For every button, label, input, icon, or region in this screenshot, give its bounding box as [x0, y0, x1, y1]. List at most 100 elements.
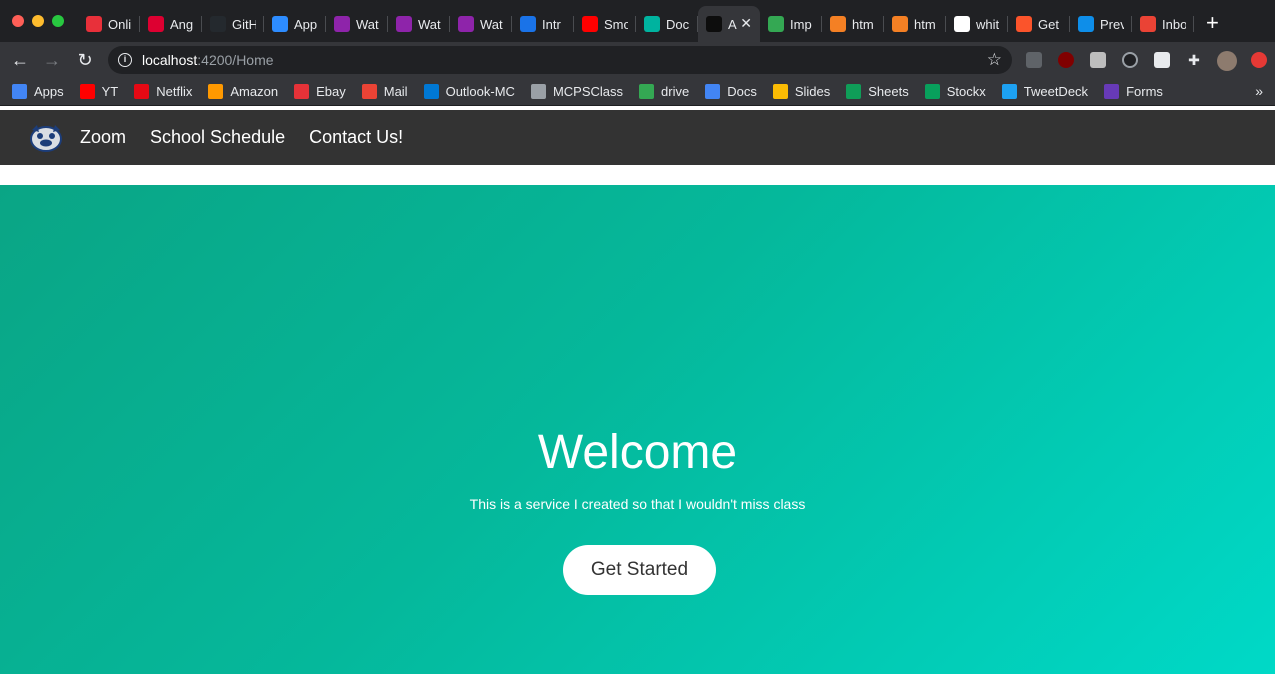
tab-title: Prev — [1100, 16, 1124, 32]
reload-icon[interactable]: ↻ — [73, 48, 97, 72]
bookmark-item[interactable]: Slides — [772, 84, 831, 99]
bulldog-logo-icon[interactable] — [28, 122, 64, 154]
bookmark-item[interactable]: Stockx — [924, 84, 986, 99]
docs-icon — [705, 84, 721, 99]
browser-tab[interactable]: Prev — [1070, 6, 1132, 42]
extension-k-icon[interactable] — [1090, 52, 1106, 68]
gmail-icon — [1140, 16, 1156, 32]
window-zoom-button[interactable] — [52, 15, 64, 27]
puzzle-icon[interactable]: ✚ — [1186, 52, 1202, 68]
netflix-icon — [134, 84, 150, 99]
apps-grid-icon — [12, 84, 27, 99]
tab-title: Intr — [542, 16, 561, 32]
close-icon[interactable]: ✕ — [740, 15, 752, 32]
stackoverflow-icon — [892, 16, 908, 32]
bookmark-item[interactable]: TweetDeck — [1001, 84, 1089, 99]
browser-tab[interactable]: Imp — [760, 6, 822, 42]
update-icon[interactable] — [1251, 52, 1267, 68]
tab-list: Onli Ang GitH App Wat Wat Wat Intr Smo Doc A ✕ Imp ht… — [78, 6, 1194, 42]
c-icon — [520, 16, 536, 32]
browser-tab[interactable]: whit — [946, 6, 1008, 42]
hero-section: Welcome This is a service I created so t… — [0, 185, 1275, 674]
browser-tab[interactable]: Intr — [512, 6, 574, 42]
browser-tab[interactable]: htm — [884, 6, 946, 42]
sheets-icon — [846, 84, 862, 99]
extension-dots-icon[interactable] — [1026, 52, 1042, 68]
browser-tab[interactable]: A ✕ — [698, 6, 760, 42]
tab-title: Wat — [418, 16, 441, 32]
browser-tab[interactable]: Onli — [78, 6, 140, 42]
extension-circle-icon[interactable] — [1122, 52, 1138, 68]
nav-link-contact-us[interactable]: Contact Us! — [309, 127, 403, 148]
brave-icon — [1016, 16, 1032, 32]
drive-icon — [639, 84, 655, 99]
window-minimize-button[interactable] — [32, 15, 44, 27]
zoom-icon — [272, 16, 288, 32]
browser-tab[interactable]: Inbo — [1132, 6, 1194, 42]
bookmark-star-icon[interactable]: ☆ — [987, 50, 1002, 70]
forward-arrow-icon[interactable]: → — [40, 48, 64, 72]
bookmark-item[interactable]: Outlook-MC — [423, 84, 515, 99]
browser-tab[interactable]: Wat — [326, 6, 388, 42]
globe-icon — [530, 84, 546, 99]
tab-title: Onli — [108, 16, 132, 32]
extension-image-icon[interactable] — [1154, 52, 1170, 68]
browser-tab[interactable]: Ang — [140, 6, 202, 42]
play-icon — [334, 16, 350, 32]
stackoverflow-icon — [830, 16, 846, 32]
ublock-icon[interactable] — [1058, 52, 1074, 68]
tab-title: Doc — [666, 16, 690, 32]
browser-tab-strip: Onli Ang GitH App Wat Wat Wat Intr Smo Doc A ✕ Imp ht… — [0, 0, 1275, 42]
bookmark-item[interactable]: Forms — [1104, 84, 1163, 99]
youtube-icon — [582, 16, 598, 32]
app-navbar: Zoom School Schedule Contact Us! — [0, 110, 1275, 165]
bookmark-label: Apps — [34, 84, 64, 99]
bookmark-label: Slides — [794, 84, 831, 99]
ebay-icon — [294, 84, 310, 99]
new-tab-button[interactable]: + — [1206, 12, 1219, 34]
bookmark-item[interactable]: drive — [639, 84, 689, 99]
nav-link-school-schedule[interactable]: School Schedule — [150, 127, 285, 148]
bookmark-label: Amazon — [230, 84, 279, 99]
github-icon — [210, 16, 226, 32]
browser-tab[interactable]: Wat — [388, 6, 450, 42]
youtube-icon — [79, 84, 95, 99]
browser-tab[interactable]: GitH — [202, 6, 264, 42]
url-host: localhost — [142, 52, 198, 68]
bookmark-label: Ebay — [316, 84, 346, 99]
nav-link-zoom[interactable]: Zoom — [80, 127, 126, 148]
browser-tab[interactable]: Doc — [636, 6, 698, 42]
gmail-icon — [361, 84, 377, 99]
bookmark-item[interactable]: Amazon — [208, 84, 278, 99]
browser-tab[interactable]: Smo — [574, 6, 636, 42]
browser-tab[interactable]: Wat — [450, 6, 512, 42]
bookmark-item[interactable]: YT — [79, 84, 118, 99]
browser-tab[interactable]: App — [264, 6, 326, 42]
red-diagonal-icon — [86, 16, 102, 32]
address-bar[interactable]: i localhost:4200/Home ☆ — [108, 46, 1012, 74]
tab-title: GitH — [232, 16, 256, 32]
bookmark-label: Docs — [727, 84, 757, 99]
back-arrow-icon[interactable]: ← — [8, 48, 32, 72]
bookmark-item[interactable]: Ebay — [294, 84, 346, 99]
site-info-icon[interactable]: i — [118, 53, 132, 67]
bookmark-label: Sheets — [868, 84, 909, 99]
bookmark-item[interactable]: Mail — [361, 84, 408, 99]
avatar[interactable] — [1217, 51, 1237, 71]
bookmark-item[interactable]: MCPSClass — [530, 84, 623, 99]
get-started-button[interactable]: Get Started — [563, 545, 716, 595]
bookmark-item[interactable]: Apps — [12, 84, 64, 99]
play-icon — [396, 16, 412, 32]
tab-title: Inbo — [1162, 16, 1186, 32]
browser-tab[interactable]: htm — [822, 6, 884, 42]
bookmark-item[interactable]: Netflix — [134, 84, 192, 99]
browser-tab[interactable]: Get — [1008, 6, 1070, 42]
window-close-button[interactable] — [12, 15, 24, 27]
forms-icon — [1104, 84, 1120, 99]
bookmark-item[interactable]: Docs — [705, 84, 757, 99]
bookmarks-overflow-icon[interactable]: » — [1255, 83, 1263, 99]
stockx-icon — [924, 84, 940, 99]
bookmark-label: TweetDeck — [1023, 84, 1089, 99]
bookmark-item[interactable]: Sheets — [846, 84, 909, 99]
tab-title: Smo — [604, 16, 628, 32]
